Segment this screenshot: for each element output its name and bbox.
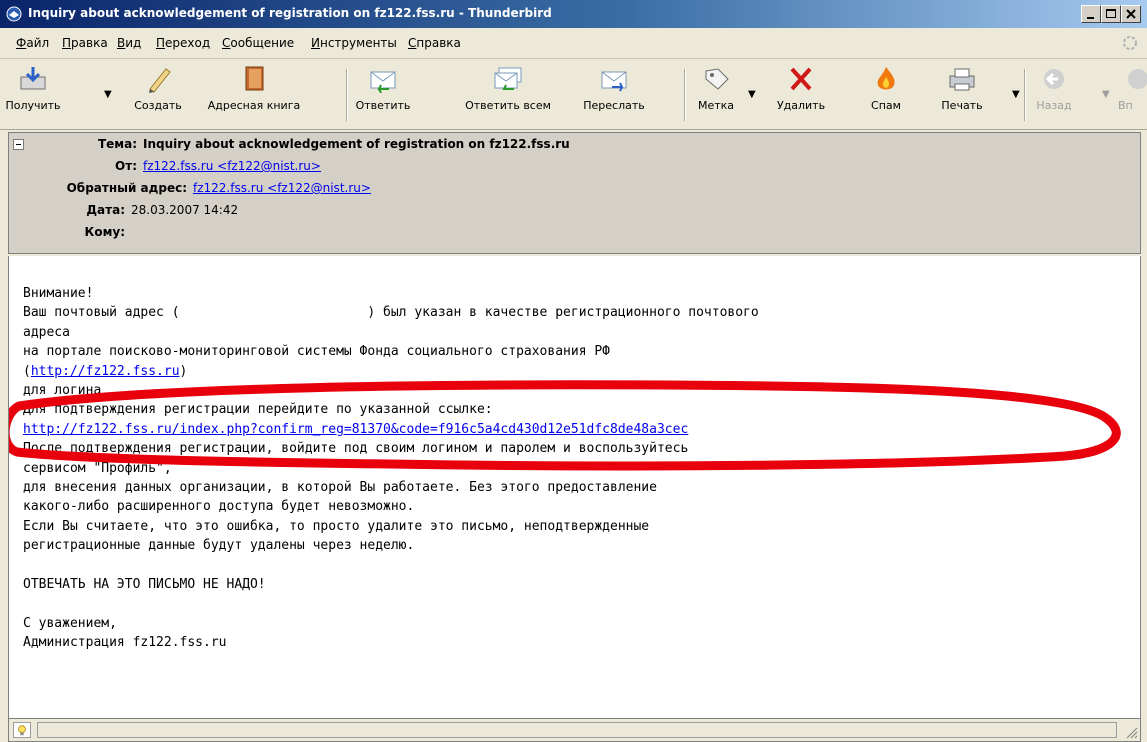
message-text: Внимание! Ваш почтовый адрес ( ) был ука… bbox=[23, 286, 759, 651]
reply-to-label: Обратный адрес: bbox=[66, 181, 187, 195]
junk-button[interactable]: Спам bbox=[862, 65, 910, 123]
compose-button[interactable]: Создать bbox=[124, 65, 192, 123]
address-book-button[interactable]: Адресная книга bbox=[204, 65, 304, 123]
menu-bar: Файл Правка Вид Переход Сообщение Инстру… bbox=[0, 28, 1147, 59]
menu-help[interactable]: Справка bbox=[408, 36, 461, 50]
tag-dropdown[interactable]: ▼ bbox=[748, 89, 756, 100]
confirm-link[interactable]: http://fz122.fss.ru/index.php?confirm_re… bbox=[23, 422, 688, 437]
get-mail-button[interactable]: Получить bbox=[2, 65, 64, 123]
get-mail-dropdown[interactable]: ▼ bbox=[104, 89, 112, 100]
close-icon bbox=[1126, 9, 1136, 19]
get-mail-icon bbox=[20, 67, 46, 90]
from-label: От: bbox=[115, 159, 137, 173]
delete-icon bbox=[790, 67, 812, 91]
tag-icon bbox=[705, 68, 729, 90]
print-dropdown[interactable]: ▼ bbox=[1012, 89, 1020, 100]
forward-arrow-icon bbox=[1128, 69, 1147, 89]
menu-tools[interactable]: Инструменты bbox=[311, 36, 397, 50]
menu-file[interactable]: Файл bbox=[16, 36, 49, 50]
forward-button[interactable]: Переслать bbox=[576, 65, 652, 123]
from-link[interactable]: fz122.fss.ru <fz122@nist.ru> bbox=[143, 159, 321, 173]
printer-icon bbox=[949, 68, 975, 91]
address-book-icon bbox=[245, 66, 264, 91]
date-value: 28.03.2007 14:42 bbox=[131, 203, 239, 217]
toolbar: Получить ▼ Создать Адресная книга Ответи… bbox=[0, 59, 1147, 130]
title-bar[interactable]: Inquiry about acknowledgement of registr… bbox=[0, 0, 1147, 28]
date-label: Дата: bbox=[86, 203, 125, 217]
back-dropdown[interactable]: ▼ bbox=[1102, 89, 1110, 100]
back-arrow-icon bbox=[1044, 69, 1064, 89]
lightbulb-icon bbox=[13, 722, 31, 738]
toolbar-separator bbox=[684, 69, 686, 121]
subject-value: Inquiry about acknowledgement of registr… bbox=[143, 137, 570, 151]
status-text-field bbox=[37, 722, 1117, 738]
maximize-icon bbox=[1106, 9, 1116, 18]
back-button[interactable]: Назад bbox=[1030, 65, 1078, 123]
reply-all-icon bbox=[494, 67, 522, 90]
message-header: Тема: Inquiry about acknowledgement of r… bbox=[8, 132, 1141, 254]
forward-icon bbox=[601, 71, 627, 92]
to-label: Кому: bbox=[84, 225, 125, 239]
delete-button[interactable]: Удалить bbox=[770, 65, 832, 123]
forward-nav-button[interactable]: Вп bbox=[1118, 65, 1147, 123]
status-bar bbox=[8, 718, 1141, 742]
resize-grip-icon[interactable] bbox=[1126, 727, 1138, 739]
reply-to-link[interactable]: fz122.fss.ru <fz122@nist.ru> bbox=[193, 181, 371, 195]
menu-edit[interactable]: Правка bbox=[62, 36, 108, 50]
subject-label: Тема: bbox=[97, 137, 137, 151]
reply-button[interactable]: Ответить bbox=[350, 65, 416, 123]
tag-button[interactable]: Метка bbox=[690, 65, 742, 123]
print-button[interactable]: Печать bbox=[930, 65, 994, 123]
menu-message[interactable]: Сообщение bbox=[222, 36, 294, 50]
message-body: Внимание! Ваш почтовый адрес ( ) был ука… bbox=[8, 256, 1141, 718]
menu-view[interactable]: Вид bbox=[117, 36, 141, 50]
close-button[interactable] bbox=[1121, 5, 1141, 23]
maximize-button[interactable] bbox=[1101, 5, 1121, 23]
reply-all-button[interactable]: Ответить всем bbox=[448, 65, 568, 123]
window-title: Inquiry about acknowledgement of registr… bbox=[28, 6, 552, 20]
minimize-button[interactable] bbox=[1081, 5, 1101, 23]
pencil-icon bbox=[149, 68, 171, 93]
toolbar-separator bbox=[346, 69, 348, 121]
minimize-icon bbox=[1087, 17, 1094, 19]
flame-icon bbox=[877, 67, 895, 90]
reply-icon bbox=[370, 71, 396, 93]
portal-link[interactable]: http://fz122.fss.ru bbox=[31, 364, 180, 379]
throbber-icon bbox=[1123, 36, 1137, 50]
menu-go[interactable]: Переход bbox=[156, 36, 210, 50]
toolbar-separator bbox=[1024, 69, 1026, 121]
thunderbird-icon bbox=[6, 6, 22, 22]
